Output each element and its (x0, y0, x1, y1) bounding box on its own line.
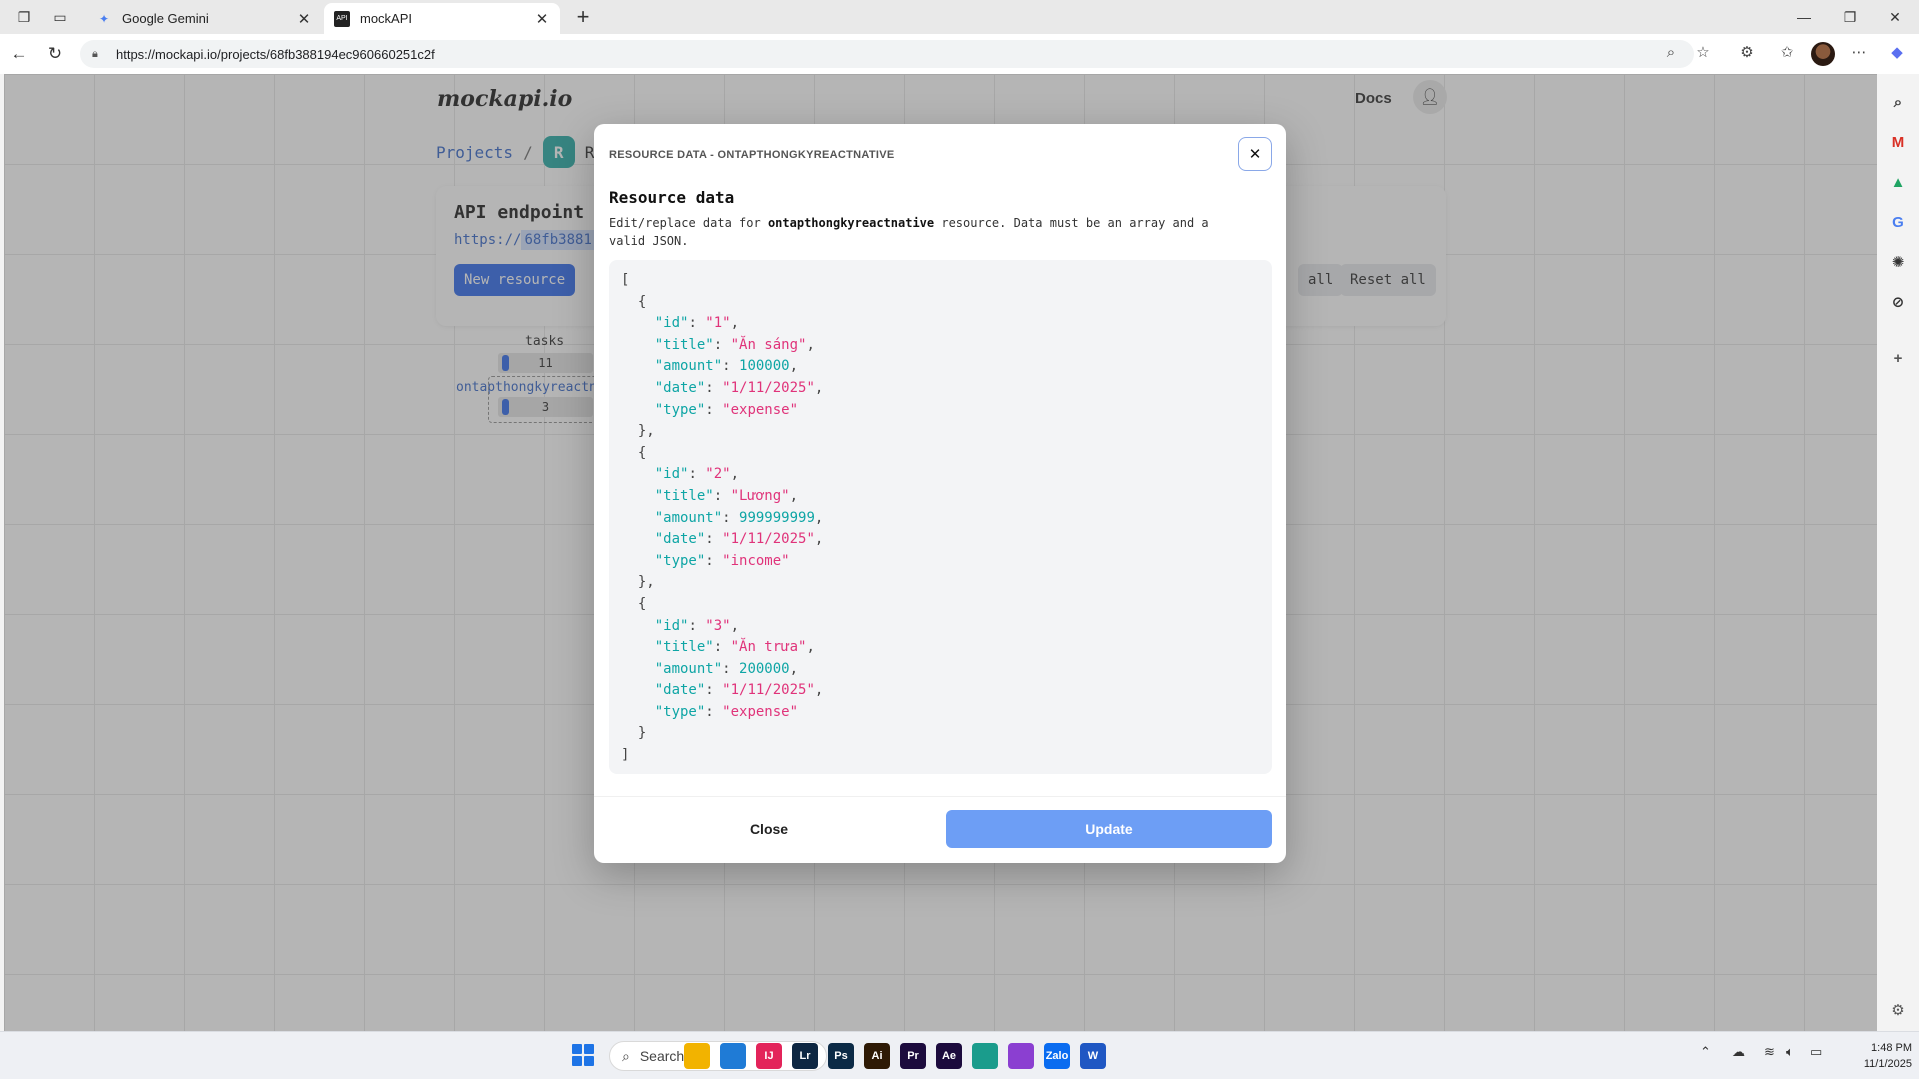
photoshop-icon[interactable]: Ps (828, 1043, 854, 1069)
edge-icon[interactable] (972, 1043, 998, 1069)
code-line: "title": "Ăn sáng", (654, 336, 815, 353)
code-line: "id": "3", (654, 617, 740, 634)
json-editor[interactable]: [ { "id": "1", "title": "Ăn sáng", "amou… (609, 260, 1272, 774)
extensions-icon[interactable]: ⚙ (1734, 40, 1760, 64)
chatgpt-icon[interactable]: ✺ (1886, 250, 1910, 274)
add-sidebar-icon[interactable]: + (1886, 346, 1910, 370)
modal-caption: RESOURCE DATA - ONTAPTHONGKYREACTNATIVE (609, 149, 895, 161)
onedrive-icon[interactable]: ☁ (1732, 1044, 1745, 1060)
modal-title: Resource data (609, 188, 735, 207)
lock-icon: 🔒︎ (92, 47, 98, 60)
modal-description: Edit/replace data for ontapthongkyreactn… (609, 214, 1249, 250)
code-line: }, (621, 574, 655, 591)
new-tab-button[interactable]: + (570, 4, 596, 30)
tray-chevron-icon[interactable]: ⌃ (1700, 1044, 1711, 1060)
code-line: } (621, 725, 647, 742)
tab-title: mockAPI (360, 11, 413, 26)
url-input[interactable]: 🔒︎ https://mockapi.io/projects/68fb38819… (80, 40, 1694, 68)
refresh-button[interactable]: ↻ (42, 42, 68, 66)
update-button[interactable]: Update (946, 810, 1272, 848)
edge-sidebar: ⌕ M ▲ G ✺ ⊘ + ⚙ (1877, 74, 1919, 1031)
code-line: "date": "1/11/2025", (654, 682, 824, 699)
tab-close-icon[interactable]: ✕ (296, 10, 312, 28)
clock-time: 1:48 PM (1871, 1042, 1912, 1054)
translate-icon[interactable]: G (1886, 210, 1910, 234)
workspaces-icon[interactable]: ❐ (12, 6, 36, 28)
window-close-button[interactable]: ✕ (1873, 4, 1917, 30)
word-icon[interactable]: W (1080, 1043, 1106, 1069)
restore-button[interactable]: ❐ (1828, 4, 1872, 30)
windows-start-icon[interactable] (572, 1044, 594, 1066)
battery-icon[interactable]: ▭ (1810, 1044, 1822, 1060)
address-bar: ← ↻ 🔒︎ https://mockapi.io/projects/68fb3… (0, 34, 1919, 74)
vscode-icon[interactable] (720, 1043, 746, 1069)
code-line: "amount": 200000, (654, 660, 799, 677)
code-line: "date": "1/11/2025", (654, 531, 824, 548)
sidebar-settings-icon[interactable]: ⚙ (1886, 998, 1910, 1022)
code-line: }, (621, 423, 655, 440)
app-purple-icon[interactable] (1008, 1043, 1034, 1069)
tab-actions-icon[interactable]: ▭ (48, 6, 72, 28)
illustrator-icon[interactable]: Ai (864, 1043, 890, 1069)
code-line: ] (621, 747, 630, 764)
search-placeholder: Search (639, 1048, 685, 1064)
search-icon: ⌕ (622, 1047, 630, 1064)
back-button[interactable]: ← (6, 42, 32, 66)
after-effects-icon[interactable]: Ae (936, 1043, 962, 1069)
tab-mockapi[interactable]: API mockAPI ✕ (324, 3, 560, 34)
gemini-icon: ✦ (98, 11, 110, 26)
wifi-icon[interactable]: ≋ (1764, 1044, 1775, 1060)
desc-resource: ontapthongkyreactnative (767, 216, 935, 230)
close-button[interactable]: Close (609, 810, 929, 848)
perplexity-icon[interactable]: ⊘ (1886, 290, 1910, 314)
code-line: { (621, 293, 647, 310)
favorite-star-icon[interactable]: ☆ (1690, 40, 1716, 64)
gmail-icon[interactable]: M (1886, 130, 1910, 154)
code-line: { (621, 595, 647, 612)
volume-icon[interactable]: 🔈︎ (1786, 1044, 1794, 1060)
modal-close-icon[interactable]: ✕ (1238, 137, 1272, 171)
zoom-icon[interactable]: ⌕ (1658, 40, 1684, 64)
code-line: "amount": 999999999, (654, 509, 824, 526)
code-line: "type": "income" (654, 552, 790, 569)
copilot-icon[interactable]: ◆ (1884, 40, 1910, 64)
mockapi-icon: API (334, 10, 350, 27)
more-menu-icon[interactable]: ⋯ (1846, 40, 1872, 64)
tab-close-icon[interactable]: ✕ (534, 10, 550, 28)
code-line: "id": "2", (654, 466, 740, 483)
browser-tab-bar: ❐ ▭ ✦ Google Gemini ✕ API mockAPI ✕ + — … (0, 0, 1919, 34)
zalo-icon[interactable]: Zalo (1044, 1043, 1070, 1069)
modal-divider (594, 796, 1286, 797)
minimize-button[interactable]: — (1782, 4, 1826, 30)
taskbar-clock[interactable]: 1:48 PM 11/1/2025 (1842, 1040, 1912, 1072)
code-line: "date": "1/11/2025", (654, 379, 824, 396)
clock-date: 11/1/2025 (1863, 1058, 1912, 1070)
resource-data-modal: RESOURCE DATA - ONTAPTHONGKYREACTNATIVE … (594, 124, 1286, 863)
code-line: "title": "Lương", (654, 487, 799, 504)
code-line: { (621, 444, 647, 461)
premiere-icon[interactable]: Pr (900, 1043, 926, 1069)
file-explorer-icon[interactable] (684, 1043, 710, 1069)
url-text: https://mockapi.io/projects/68fb388194ec… (116, 46, 435, 62)
lightroom-icon[interactable]: Lr (792, 1043, 818, 1069)
code-line: "amount": 100000, (654, 358, 799, 375)
tab-google-gemini[interactable]: ✦ Google Gemini ✕ (86, 3, 322, 34)
search-icon[interactable]: ⌕ (1886, 90, 1910, 114)
code-line: "type": "expense" (654, 703, 799, 720)
taskbar: ⌕ Search IJ Lr Ps Ai Pr Ae Zalo W ⌃ ☁ ≋ 🔈︎ ▭ 1:… (0, 1031, 1919, 1079)
tab-title: Google Gemini (122, 11, 209, 26)
profile-avatar[interactable] (1811, 42, 1835, 66)
desc-prefix: Edit/replace data for (609, 216, 768, 230)
code-line: "type": "expense" (654, 401, 799, 418)
intellij-icon[interactable]: IJ (756, 1043, 782, 1069)
code-line: "id": "1", (654, 315, 740, 332)
code-line: "title": "Ăn trưa", (654, 639, 815, 656)
drive-icon[interactable]: ▲ (1886, 170, 1910, 194)
code-line: [ (621, 272, 630, 288)
favorites-icon[interactable]: ✩ (1774, 40, 1800, 64)
